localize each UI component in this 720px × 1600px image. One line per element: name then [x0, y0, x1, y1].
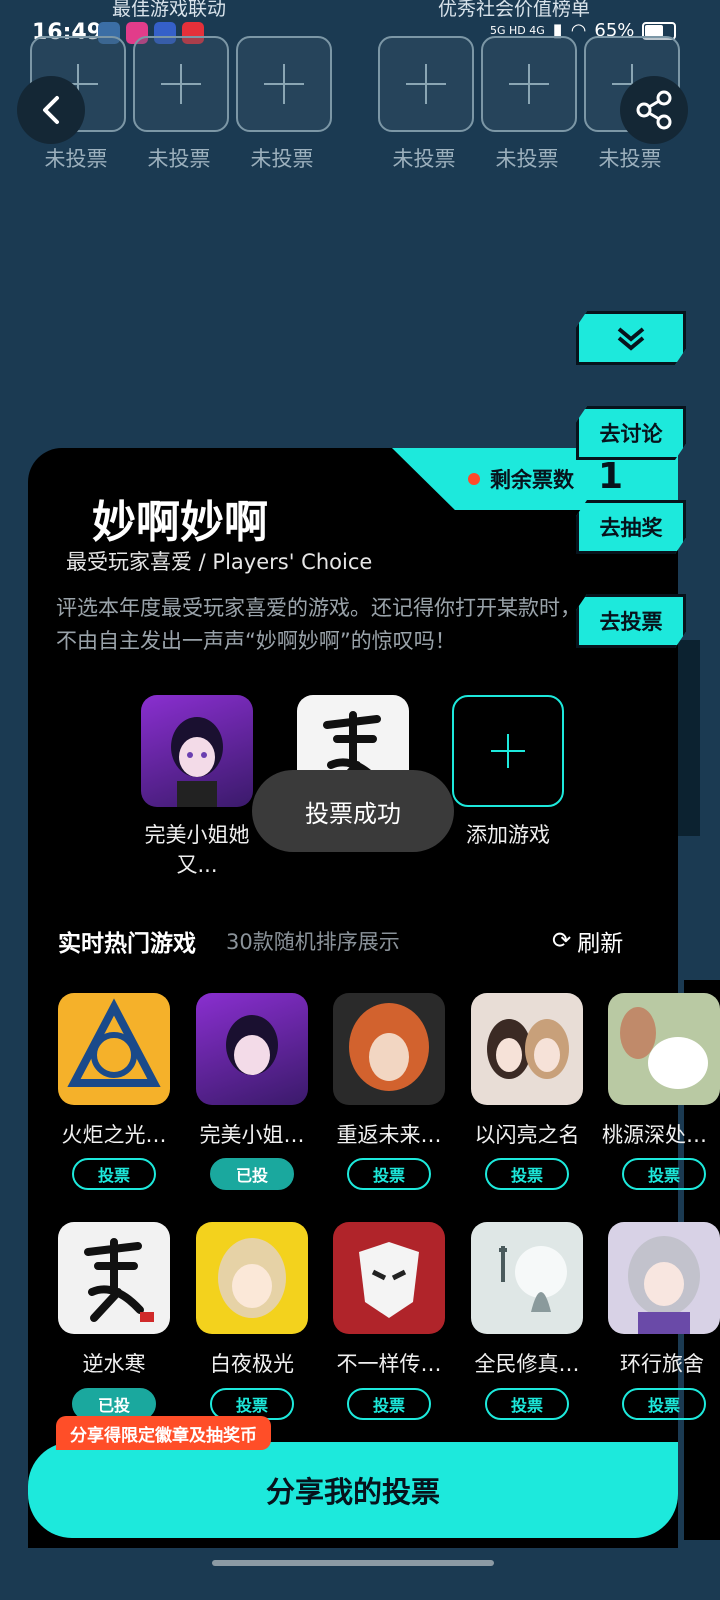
remaining-label: 剩余票数 — [490, 468, 574, 492]
game-icon[interactable] — [471, 993, 583, 1105]
slot-label: 未投票 — [250, 147, 314, 171]
chevron-left-icon — [43, 96, 59, 124]
vote-slot[interactable] — [378, 36, 474, 132]
calligraphy-han-icon — [84, 1238, 154, 1322]
remaining-votes: 剩余票数 — [468, 464, 574, 494]
go-vote-button[interactable]: 去投票 — [576, 594, 686, 648]
red-dot-icon — [468, 473, 480, 485]
vote-success-toast: 投票成功 — [252, 770, 454, 852]
vote-slot[interactable] — [133, 36, 229, 132]
vote-slot[interactable] — [236, 36, 332, 132]
refresh-label: 刷新 — [577, 931, 624, 957]
game-icon[interactable] — [196, 993, 308, 1105]
vote-button[interactable]: 投票 — [347, 1388, 431, 1420]
vote-slot[interactable] — [481, 36, 577, 132]
home-indicator[interactable] — [212, 1560, 494, 1566]
slot-label: 未投票 — [598, 147, 662, 171]
remaining-count: 1 — [598, 456, 624, 497]
white-mask-icon — [359, 1242, 419, 1318]
share-reward-badge: 分享得限定徽章及抽奖币 — [56, 1416, 271, 1450]
game-icon[interactable] — [608, 993, 720, 1105]
vote-button[interactable]: 投票 — [622, 1158, 706, 1190]
anime-girl-icon — [226, 1015, 278, 1075]
double-chevron-down-icon — [617, 327, 645, 351]
game-icon[interactable] — [333, 993, 445, 1105]
voted-button[interactable]: 已投 — [210, 1158, 294, 1190]
vote-button[interactable]: 投票 — [72, 1158, 156, 1190]
collapse-button[interactable] — [576, 311, 686, 365]
game-icon[interactable] — [471, 1222, 583, 1334]
share-icon — [636, 90, 672, 130]
game-icon[interactable] — [333, 1222, 445, 1334]
game-name: 逆水寒 — [82, 1352, 146, 1376]
goose-icon — [620, 1007, 708, 1089]
category-description: 评选本年度最受玩家喜爱的游戏。还记得你打开某款时，不由自主发出一声声“妙啊妙啊”… — [56, 596, 581, 653]
meditating-figure-icon — [499, 1246, 567, 1312]
add-game-label: 添加游戏 — [466, 823, 550, 847]
vote-button[interactable]: 投票 — [347, 1158, 431, 1190]
two-girls-icon — [487, 1019, 569, 1079]
game-name: 完美小姐… — [199, 1123, 305, 1147]
game-name: 以闪亮之名 — [474, 1123, 580, 1147]
game-name: 火炬之光… — [61, 1123, 167, 1147]
refresh-icon: ⟳ — [552, 928, 572, 954]
category-title-right: 优秀社会价值榜单 — [438, 0, 591, 20]
hot-games-title: 实时热门游戏 — [58, 931, 196, 957]
back-button[interactable] — [17, 76, 85, 144]
wifi-icon: ◠ — [570, 20, 587, 41]
refresh-button[interactable]: ⟳ 刷新 — [552, 924, 623, 958]
game-name: 重返未来… — [336, 1123, 442, 1147]
blonde-girl-icon — [218, 1238, 286, 1318]
add-game-button[interactable] — [452, 695, 564, 807]
card-edge-strip — [678, 640, 700, 836]
vote-button[interactable]: 投票 — [485, 1388, 569, 1420]
game-name: 环行旅舍 — [620, 1352, 704, 1376]
category-title: 妙啊妙啊 — [92, 497, 268, 548]
share-icon-button[interactable] — [620, 76, 688, 144]
anime-girl-icon — [171, 717, 223, 807]
silver-hair-girl-icon — [628, 1236, 700, 1334]
category-subtitle: 最受玩家喜爱 / Players' Choice — [66, 550, 373, 574]
category-title-left: 最佳游戏联动 — [112, 0, 227, 20]
vote-button[interactable]: 投票 — [485, 1158, 569, 1190]
hot-games-subtitle: 30款随机排序展示 — [226, 930, 400, 954]
game-icon[interactable] — [58, 993, 170, 1105]
share-my-vote-button[interactable]: 分享我的投票 — [28, 1442, 678, 1538]
slot-label: 未投票 — [495, 147, 559, 171]
game-name: 全民修真… — [474, 1352, 580, 1376]
game-icon[interactable] — [608, 1222, 720, 1334]
slot-label: 未投票 — [392, 147, 456, 171]
slot-label: 未投票 — [147, 147, 211, 171]
vote-button[interactable]: 投票 — [622, 1388, 706, 1420]
slot-label: 未投票 — [44, 147, 108, 171]
game-icon[interactable] — [58, 1222, 170, 1334]
torchlight-icon — [67, 998, 161, 1087]
redhead-girl-icon — [349, 1003, 429, 1091]
picked-game-1[interactable] — [141, 695, 253, 807]
game-name: 白夜极光 — [210, 1352, 294, 1376]
game-name: 桃源深处… — [602, 1123, 707, 1147]
game-icon[interactable] — [196, 1222, 308, 1334]
picked-game-name: 完美小姐她又... — [144, 823, 250, 877]
game-name: 不一样传… — [336, 1352, 442, 1376]
lottery-button[interactable]: 去抽奖 — [576, 500, 686, 554]
discuss-button[interactable]: 去讨论 — [576, 406, 686, 460]
